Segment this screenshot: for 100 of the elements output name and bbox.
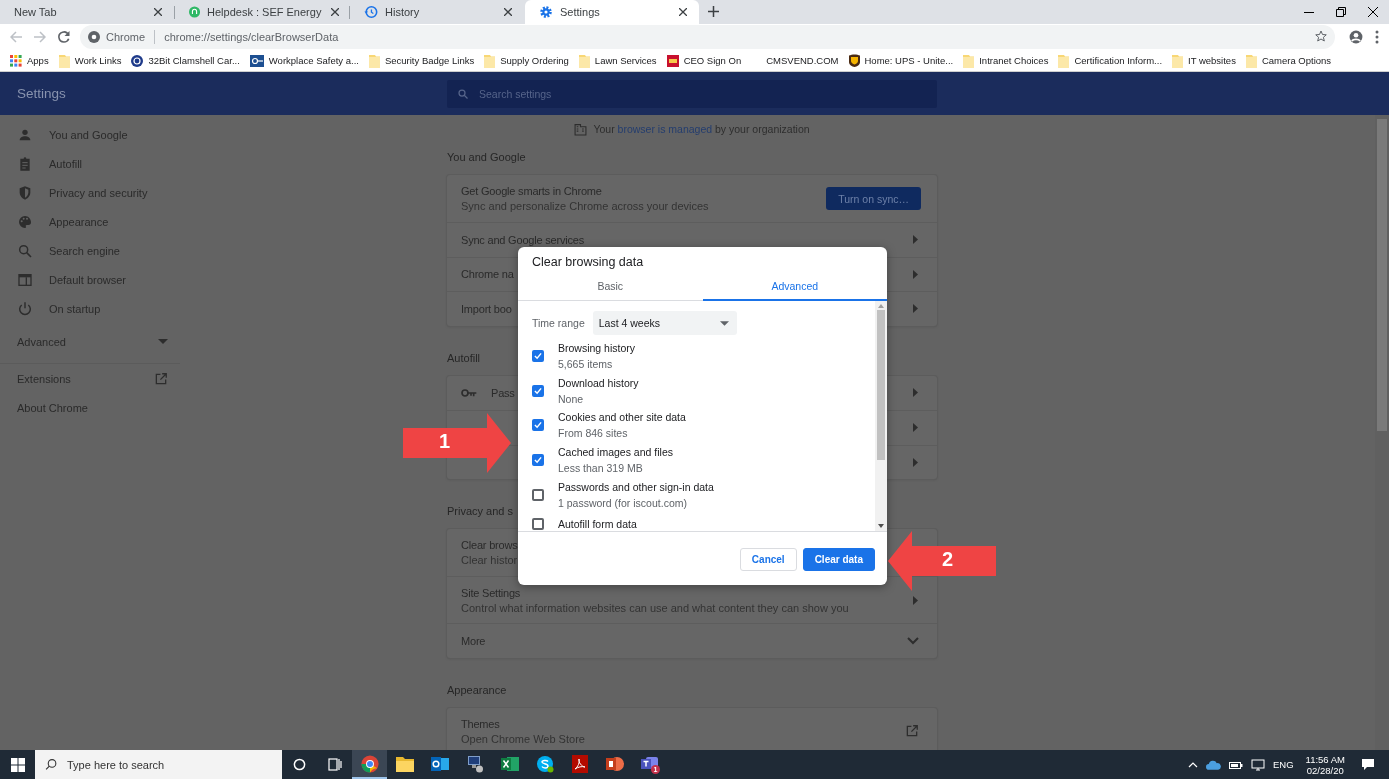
minimize-icon[interactable]: [1304, 11, 1314, 13]
history-icon: [364, 5, 378, 19]
bookmark[interactable]: CMSVEND.COM: [751, 50, 839, 71]
presentation-app-icon: [605, 755, 624, 772]
section-heading: Privacy and s: [447, 505, 514, 517]
option-title: Download history: [558, 376, 639, 389]
chat-app-icon: [535, 754, 554, 773]
option-description: From 846 sites: [558, 427, 629, 440]
browser-tab[interactable]: New Tab: [0, 0, 174, 24]
chevron-right-icon: [912, 269, 919, 279]
bookmark[interactable]: Certification Inform...: [1058, 50, 1163, 71]
close-icon[interactable]: [154, 8, 162, 16]
clear-data-button[interactable]: Clear data: [802, 548, 875, 571]
browser-tab[interactable]: History: [350, 0, 524, 24]
checkbox[interactable]: [532, 488, 544, 501]
browser-tab[interactable]: Settings: [525, 0, 699, 24]
taskbar-search-field[interactable]: Type here to search: [35, 750, 282, 779]
chevron-up-icon[interactable]: [1187, 761, 1198, 768]
new-tab-icon[interactable]: [708, 5, 719, 17]
restore-icon[interactable]: [1336, 7, 1346, 17]
shield-icon: [848, 54, 860, 67]
reload-icon[interactable]: [58, 31, 70, 43]
monitor-app-icon: [465, 754, 484, 773]
profile-icon[interactable]: [1349, 30, 1363, 44]
browser-tab[interactable]: Helpdesk : SEF Energy: [175, 0, 349, 24]
chevron-down-icon: [907, 636, 919, 645]
section-heading: You and Google: [447, 151, 526, 163]
checkbox[interactable]: [532, 419, 544, 432]
folder-icon: [1245, 53, 1257, 68]
dialog-tab[interactable]: Advanced: [702, 273, 887, 301]
section-heading: Autofill: [447, 351, 481, 364]
option-title: Browsing history: [558, 342, 636, 355]
apps-icon: [10, 54, 22, 67]
bookmark[interactable]: Workplace Safety a...: [249, 50, 359, 71]
checkmark-icon: [534, 386, 542, 395]
windows-start-icon[interactable]: [10, 757, 25, 772]
checkbox[interactable]: [532, 350, 544, 363]
checkbox[interactable]: [532, 517, 544, 530]
option-title: Autofill form data: [558, 517, 637, 530]
close-icon[interactable]: [679, 8, 687, 16]
chrome-icon: [360, 754, 379, 773]
gear-icon: [539, 5, 553, 19]
pdf-app-icon: [571, 754, 588, 773]
address-bar[interactable]: Chrome chrome://settings/clearBrowserData: [80, 25, 1335, 49]
mail-app-icon: [430, 755, 449, 772]
close-icon[interactable]: [330, 8, 339, 16]
chevron-right-icon: [912, 457, 919, 467]
bookmark[interactable]: CEO Sign On: [666, 50, 742, 71]
task-view-icon[interactable]: [327, 758, 342, 771]
bookmark[interactable]: Apps: [10, 50, 49, 71]
battery-icon[interactable]: [1228, 759, 1243, 770]
bookmark-star-icon[interactable]: [1315, 30, 1327, 42]
bookmark[interactable]: Home: UPS - Unite...: [848, 50, 954, 71]
bookmark[interactable]: 32Bit Clamshell Car...: [131, 50, 240, 71]
cloud-icon[interactable]: [1205, 759, 1221, 770]
chrome-site-icon: [88, 31, 100, 43]
checkmark-icon: [534, 421, 542, 430]
globe-icon: [131, 54, 144, 67]
option-title: Cached images and files: [558, 446, 673, 459]
page-title: Settings: [16, 86, 67, 101]
folder-icon: [578, 53, 590, 68]
site-label: Chrome: [106, 31, 146, 43]
search-icon: [17, 242, 33, 259]
folder-icon: [368, 53, 380, 68]
bookmark[interactable]: Work Links: [58, 50, 122, 71]
scrollbar[interactable]: [875, 301, 887, 531]
network-icon[interactable]: [1250, 758, 1265, 771]
clock[interactable]: 11:56 AM 02/28/20: [1305, 753, 1345, 776]
bookmark[interactable]: Lawn Services: [578, 50, 657, 71]
option-description: Less than 319 MB: [558, 462, 644, 475]
time-range-select[interactable]: Last 4 weeks: [592, 311, 737, 335]
folder-icon: [1058, 53, 1070, 68]
input-language[interactable]: ENG: [1272, 759, 1294, 770]
notifications-icon[interactable]: [1361, 758, 1375, 771]
field-label: Time range: [532, 317, 585, 329]
browser-window-icon: [17, 271, 33, 288]
bookmark[interactable]: Security Badge Links: [368, 50, 475, 71]
taskbar-app[interactable]: [352, 750, 387, 779]
checkbox[interactable]: [532, 384, 544, 397]
bookmark[interactable]: Supply Ordering: [484, 50, 569, 71]
option-title: Passwords and other sign-in data: [558, 480, 714, 493]
bookmark[interactable]: IT websites: [1172, 50, 1236, 71]
folder-icon: [395, 755, 414, 772]
close-icon[interactable]: [504, 8, 512, 16]
option-description: 5,665 items: [558, 358, 614, 371]
dialog-tab[interactable]: Basic: [518, 273, 703, 301]
checkmark-icon: [534, 456, 542, 465]
bookmark[interactable]: Intranet Choices: [963, 50, 1049, 71]
bookmark[interactable]: Camera Options: [1245, 50, 1332, 71]
close-icon[interactable]: [1368, 7, 1378, 17]
logo-icon: [249, 54, 264, 67]
menu-icon[interactable]: [1375, 30, 1379, 44]
turn-on-sync-button[interactable]: Turn on sync…: [826, 187, 921, 210]
circle-icon[interactable]: [293, 758, 306, 771]
chevron-right-icon: [912, 423, 919, 433]
cancel-button[interactable]: Cancel: [739, 548, 797, 571]
helpdesk-icon: [189, 5, 201, 19]
checkbox[interactable]: [532, 454, 544, 467]
checkmark-icon: [534, 352, 542, 361]
option-description: None: [558, 392, 585, 405]
